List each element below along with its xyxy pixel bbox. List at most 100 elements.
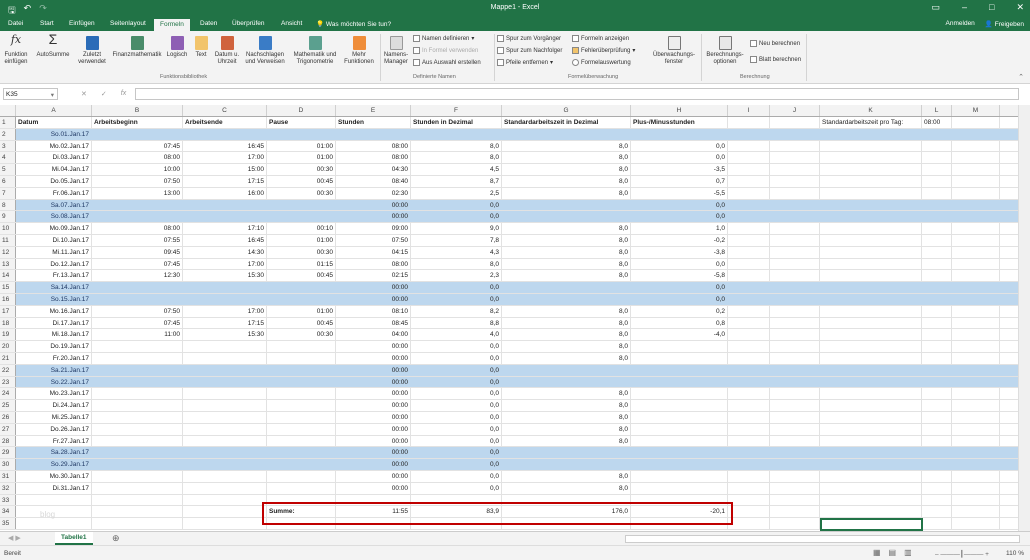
cell[interactable]: [770, 282, 820, 293]
cell[interactable]: [267, 352, 336, 364]
cell[interactable]: [820, 423, 922, 435]
row-header[interactable]: 13: [0, 258, 16, 270]
cell[interactable]: [922, 187, 952, 199]
cell[interactable]: [770, 305, 820, 317]
cell[interactable]: 0,0: [411, 376, 502, 388]
row-header[interactable]: 18: [0, 317, 16, 329]
cell[interactable]: 8,0: [411, 258, 502, 270]
cell[interactable]: 17:00: [183, 152, 267, 164]
cell[interactable]: 15:00: [183, 164, 267, 175]
header-cell[interactable]: Stunden: [336, 117, 411, 128]
cell[interactable]: 2,5: [411, 187, 502, 199]
cell[interactable]: [728, 175, 770, 187]
cell[interactable]: 02:15: [336, 270, 411, 282]
cell[interactable]: [267, 482, 336, 494]
column-header-E[interactable]: E: [336, 105, 411, 116]
cell[interactable]: [92, 128, 183, 140]
cell[interactable]: [183, 376, 267, 388]
cell[interactable]: 17:15: [183, 317, 267, 329]
cell[interactable]: 7,8: [411, 234, 502, 246]
row-header[interactable]: 22: [0, 364, 16, 376]
cell[interactable]: 8,0: [502, 258, 631, 270]
column-header-B[interactable]: B: [92, 105, 183, 116]
row-header[interactable]: 21: [0, 352, 16, 364]
cell[interactable]: 08:40: [336, 175, 411, 187]
cell[interactable]: [820, 223, 922, 234]
cell[interactable]: [92, 423, 183, 435]
cell[interactable]: [770, 246, 820, 258]
cell[interactable]: [922, 293, 952, 305]
cell[interactable]: 17:00: [183, 305, 267, 317]
cell[interactable]: 00:00: [336, 388, 411, 400]
cell[interactable]: 04:00: [336, 329, 411, 341]
cell[interactable]: So.29.Jan.17: [16, 459, 92, 470]
cell[interactable]: [952, 175, 1000, 187]
cell[interactable]: [267, 128, 336, 140]
cell[interactable]: [820, 317, 922, 329]
row-header[interactable]: 24: [0, 388, 16, 400]
cell[interactable]: [820, 494, 922, 506]
cell[interactable]: [92, 352, 183, 364]
row-header[interactable]: 16: [0, 293, 16, 305]
cell[interactable]: Mi.18.Jan.17: [16, 329, 92, 341]
row-header[interactable]: 14: [0, 270, 16, 282]
cell[interactable]: [183, 352, 267, 364]
cell[interactable]: Di.03.Jan.17: [16, 152, 92, 164]
cell[interactable]: [922, 258, 952, 270]
tab-start[interactable]: Start: [40, 20, 54, 27]
cell[interactable]: [922, 494, 952, 506]
cell[interactable]: 8,0: [502, 234, 631, 246]
cell[interactable]: 8,0: [502, 187, 631, 199]
recently-used-button[interactable]: Zuletzt verwendet: [74, 34, 110, 66]
cell[interactable]: [820, 282, 922, 293]
cell[interactable]: 8,2: [411, 305, 502, 317]
cell[interactable]: [267, 364, 336, 376]
column-header-D[interactable]: D: [267, 105, 336, 116]
define-name-button[interactable]: Namen definieren ▾: [413, 35, 474, 42]
tab-daten[interactable]: Daten: [200, 20, 217, 27]
cell[interactable]: [183, 282, 267, 293]
cell[interactable]: 0,2: [631, 305, 728, 317]
cell[interactable]: [728, 341, 770, 352]
row-header[interactable]: 20: [0, 341, 16, 352]
cell[interactable]: [631, 435, 728, 447]
cell[interactable]: [952, 376, 1000, 388]
cell[interactable]: [267, 293, 336, 305]
cell[interactable]: Sa.21.Jan.17: [16, 364, 92, 376]
cell[interactable]: Mi.11.Jan.17: [16, 246, 92, 258]
cell[interactable]: [183, 506, 267, 518]
cell[interactable]: [820, 246, 922, 258]
cell[interactable]: [267, 435, 336, 447]
cell[interactable]: [183, 447, 267, 459]
cell[interactable]: [631, 459, 728, 470]
cell[interactable]: [820, 482, 922, 494]
cell[interactable]: Do.05.Jan.17: [16, 175, 92, 187]
cell[interactable]: [952, 447, 1000, 459]
cell[interactable]: [820, 411, 922, 423]
cell[interactable]: [952, 234, 1000, 246]
cell[interactable]: [922, 317, 952, 329]
cell[interactable]: [770, 352, 820, 364]
cell[interactable]: [952, 364, 1000, 376]
text-button[interactable]: Text: [192, 34, 210, 59]
cell[interactable]: 9,0: [411, 223, 502, 234]
row-header[interactable]: 30: [0, 459, 16, 470]
column-header-F[interactable]: F: [411, 105, 502, 116]
cell[interactable]: 09:45: [92, 246, 183, 258]
cell[interactable]: 8,0: [502, 411, 631, 423]
cell[interactable]: [770, 199, 820, 211]
cell[interactable]: [922, 128, 952, 140]
column-header-M[interactable]: M: [952, 105, 1000, 116]
header-cell[interactable]: Arbeitsbeginn: [92, 117, 183, 128]
cell[interactable]: [770, 411, 820, 423]
cell[interactable]: 00:00: [336, 352, 411, 364]
cell[interactable]: [922, 352, 952, 364]
lookup-button[interactable]: Nachschlagen und Verweisen: [243, 34, 287, 66]
logical-button[interactable]: Logisch: [165, 34, 189, 59]
trace-dependents-button[interactable]: Spur zum Nachfolger: [497, 47, 562, 54]
cell[interactable]: [267, 423, 336, 435]
cell[interactable]: 0,0: [411, 482, 502, 494]
sheet-tab-tabelle1[interactable]: Tabelle1: [55, 532, 93, 545]
cell[interactable]: So.15.Jan.17: [16, 293, 92, 305]
cell[interactable]: [92, 388, 183, 400]
